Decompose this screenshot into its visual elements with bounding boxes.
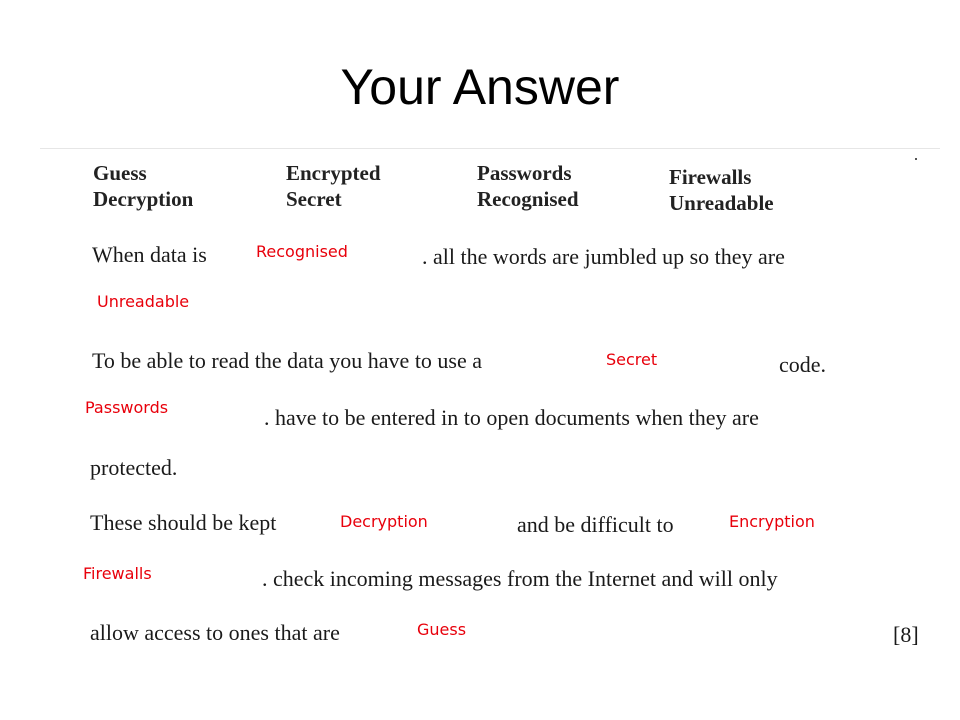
sentence-2-end: code. [779, 352, 827, 377]
sentence-4-start: These should be kept [90, 510, 277, 535]
sentence-3-end: protected. [90, 455, 178, 480]
answer-blank-6[interactable]: Encryption [729, 512, 815, 531]
answer-blank-1[interactable]: Recognised [256, 242, 348, 261]
scan-speck [915, 158, 917, 160]
answer-blank-4[interactable]: Passwords [85, 398, 168, 417]
divider [40, 148, 940, 149]
word-bank-word: Encrypted [286, 161, 381, 185]
answer-blank-3[interactable]: Secret [606, 350, 657, 369]
word-bank-word: Firewalls [669, 165, 752, 189]
answer-blank-7[interactable]: Firewalls [83, 564, 152, 583]
sentence-4-mid: and be difficult to [517, 512, 674, 537]
word-bank-column-3: Passwords Recognised [477, 160, 579, 212]
sentence-1-end: . all the words are jumbled up so they a… [422, 244, 785, 269]
slide-title: Your Answer [340, 59, 620, 115]
answer-blank-2[interactable]: Unreadable [97, 292, 189, 311]
word-bank-column-4: Firewalls Unreadable [669, 164, 774, 216]
word-bank-word: Guess [93, 161, 147, 185]
word-bank-word: Recognised [477, 187, 579, 211]
word-bank-word: Unreadable [669, 191, 774, 215]
answer-blank-8[interactable]: Guess [417, 620, 466, 639]
answer-blank-5[interactable]: Decryption [340, 512, 428, 531]
sentence-2-start: To be able to read the data you have to … [92, 348, 483, 373]
sentence-1-start: When data is [92, 242, 207, 267]
sentence-6: allow access to ones that are [90, 620, 340, 645]
word-bank-word: Passwords [477, 161, 572, 185]
sentence-3: . have to be entered in to open document… [264, 405, 759, 430]
word-bank-word: Decryption [93, 187, 194, 211]
word-bank-word: Secret [286, 187, 342, 211]
word-bank-column-2: Encrypted Secret [286, 160, 381, 212]
sentence-5: . check incoming messages from the Inter… [262, 566, 778, 591]
marks-label: [8] [893, 622, 919, 647]
word-bank-column-1: Guess Decryption [93, 160, 193, 212]
